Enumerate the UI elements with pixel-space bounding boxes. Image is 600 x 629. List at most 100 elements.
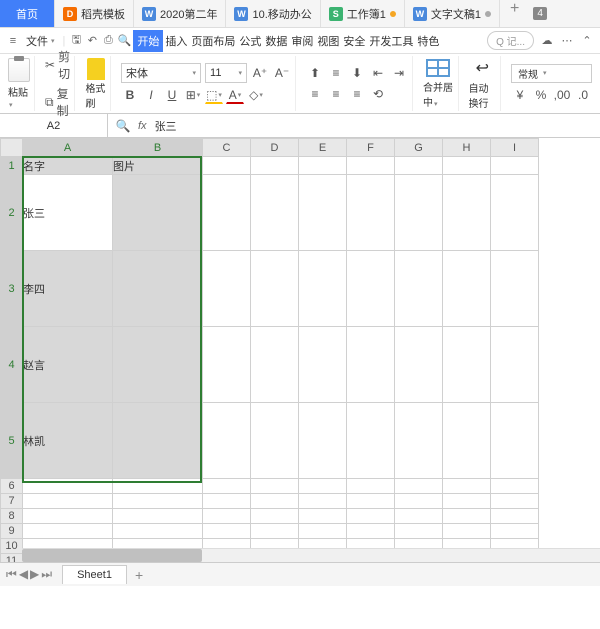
cell[interactable] (491, 524, 539, 539)
cell[interactable] (491, 509, 539, 524)
file-menu[interactable]: 文件▾ (22, 33, 59, 49)
col-header[interactable]: A (23, 139, 113, 157)
cell[interactable] (395, 479, 443, 494)
underline-button[interactable]: U (163, 86, 181, 104)
cell[interactable] (299, 157, 347, 175)
cell[interactable] (347, 524, 395, 539)
ribbon-tab-pagelayout[interactable]: 页面布局 (189, 30, 237, 52)
cell[interactable] (347, 403, 395, 479)
cell[interactable] (299, 479, 347, 494)
ribbon-tab-data[interactable]: 数据 (263, 30, 289, 52)
cell[interactable] (395, 509, 443, 524)
cell[interactable] (443, 403, 491, 479)
cell[interactable] (347, 479, 395, 494)
row-header[interactable]: 4 (1, 327, 23, 403)
bold-button[interactable]: B (121, 86, 139, 104)
align-center-icon[interactable]: ≡ (327, 85, 345, 103)
col-header[interactable]: G (395, 139, 443, 157)
row-header[interactable]: 2 (1, 175, 23, 251)
clear-format-button[interactable]: ◇▾ (247, 86, 265, 104)
print-icon[interactable]: ⎙ (101, 34, 115, 48)
tab-daoketemplate[interactable]: D稻壳模板 (55, 0, 134, 27)
cell[interactable] (443, 509, 491, 524)
cell[interactable] (203, 403, 251, 479)
sheet-tab[interactable]: Sheet1 (62, 565, 127, 584)
search-input[interactable]: Q 记... (487, 31, 534, 50)
cell[interactable] (251, 327, 299, 403)
cell[interactable] (443, 251, 491, 327)
number-format-select[interactable]: 常规▾ (511, 64, 592, 83)
row-header[interactable]: 7 (1, 494, 23, 509)
cell[interactable] (395, 251, 443, 327)
cell[interactable] (299, 403, 347, 479)
cell[interactable]: 李四 (23, 251, 113, 327)
add-sheet-button[interactable]: + (127, 567, 151, 583)
cell[interactable]: 林凯 (23, 403, 113, 479)
select-all-corner[interactable] (1, 139, 23, 157)
cell[interactable] (113, 524, 203, 539)
cell[interactable] (347, 327, 395, 403)
sheet-nav-prev-icon[interactable]: ◀ (19, 567, 28, 582)
cell[interactable] (113, 479, 203, 494)
cell[interactable] (251, 403, 299, 479)
comma-icon[interactable]: ,00 (553, 86, 571, 104)
cell[interactable] (491, 494, 539, 509)
indent-left-icon[interactable]: ⇤ (369, 64, 387, 82)
cell[interactable]: 赵言 (23, 327, 113, 403)
cell[interactable]: 图片 (113, 157, 203, 175)
align-bottom-icon[interactable]: ⬇ (348, 64, 366, 82)
cell[interactable] (443, 175, 491, 251)
tab-overflow-count[interactable]: 4 (533, 7, 547, 20)
cell[interactable] (443, 524, 491, 539)
cell[interactable] (491, 403, 539, 479)
decrease-decimal-icon[interactable]: .0 (574, 86, 592, 104)
ribbon-tab-view[interactable]: 视图 (315, 30, 341, 52)
name-box[interactable]: A2 (0, 114, 108, 137)
cell[interactable] (443, 479, 491, 494)
cell[interactable] (443, 327, 491, 403)
ribbon-tab-security[interactable]: 安全 (341, 30, 367, 52)
paste-button[interactable]: 粘贴▾ (8, 58, 30, 110)
tab-textdoc1[interactable]: W文字文稿1 (405, 0, 500, 27)
cell[interactable] (251, 479, 299, 494)
row-header[interactable]: 3 (1, 251, 23, 327)
cell[interactable] (491, 251, 539, 327)
cell[interactable] (23, 479, 113, 494)
save-icon[interactable]: 🖫 (69, 34, 83, 48)
align-top-icon[interactable]: ⬆ (306, 64, 324, 82)
row-header[interactable]: 10 (1, 539, 23, 554)
wrap-text-button[interactable]: ↩ 自动换行 (469, 58, 496, 110)
cell[interactable] (347, 175, 395, 251)
tab-doc-2020[interactable]: W2020第二年 (134, 0, 226, 27)
ribbon-tab-review[interactable]: 审阅 (289, 30, 315, 52)
cell[interactable] (491, 157, 539, 175)
cut-button[interactable]: ✂ 剪切 (45, 48, 70, 82)
cell[interactable] (443, 494, 491, 509)
align-middle-icon[interactable]: ≡ (327, 64, 345, 82)
cell[interactable] (251, 524, 299, 539)
cell[interactable] (251, 509, 299, 524)
cell[interactable] (299, 509, 347, 524)
col-header[interactable]: E (299, 139, 347, 157)
cell[interactable] (203, 327, 251, 403)
row-header[interactable]: 9 (1, 524, 23, 539)
sheet-nav-first-icon[interactable]: ⏮ (6, 567, 17, 582)
border-button[interactable]: ⊞▾ (184, 86, 202, 104)
cell[interactable] (347, 157, 395, 175)
row-header[interactable]: 6 (1, 479, 23, 494)
italic-button[interactable]: I (142, 86, 160, 104)
col-header[interactable]: C (203, 139, 251, 157)
tab-doc-mobile[interactable]: W10.移动办公 (226, 0, 320, 27)
cell[interactable] (395, 403, 443, 479)
font-family-select[interactable]: 宋体▾ (121, 63, 201, 83)
col-header[interactable]: F (347, 139, 395, 157)
cell[interactable] (491, 479, 539, 494)
cell[interactable] (113, 327, 203, 403)
row-header[interactable]: 8 (1, 509, 23, 524)
decrease-font-icon[interactable]: A⁻ (273, 64, 291, 82)
align-left-icon[interactable]: ≡ (306, 85, 324, 103)
cell[interactable] (113, 251, 203, 327)
cell[interactable] (113, 175, 203, 251)
cell[interactable] (395, 175, 443, 251)
cell[interactable] (299, 524, 347, 539)
